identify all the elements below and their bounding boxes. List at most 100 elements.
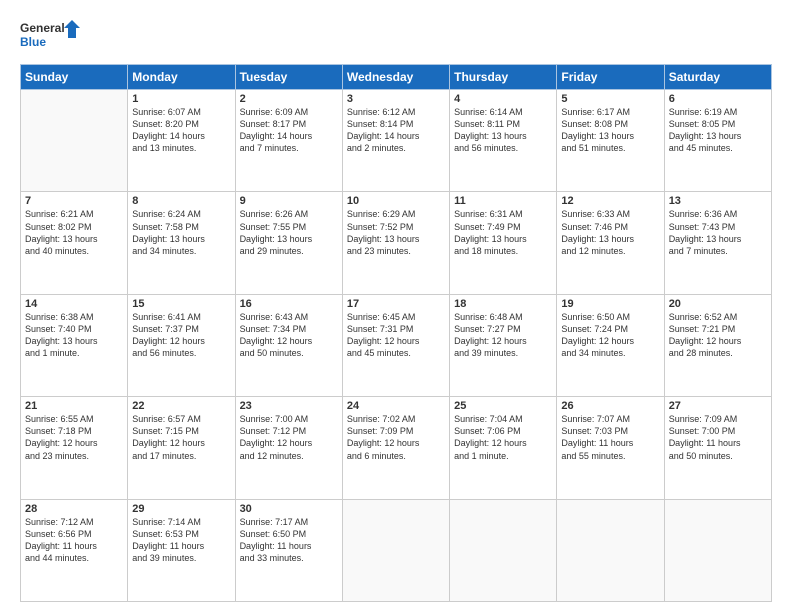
- logo-general: General: [20, 21, 65, 35]
- calendar-week-1: 1Sunrise: 6:07 AMSunset: 8:20 PMDaylight…: [21, 90, 772, 192]
- header: General Blue: [20, 18, 772, 54]
- day-info: Sunrise: 6:31 AMSunset: 7:49 PMDaylight:…: [454, 208, 552, 257]
- calendar-cell: 4Sunrise: 6:14 AMSunset: 8:11 PMDaylight…: [450, 90, 557, 192]
- calendar-cell: 19Sunrise: 6:50 AMSunset: 7:24 PMDayligh…: [557, 294, 664, 396]
- calendar-cell: 11Sunrise: 6:31 AMSunset: 7:49 PMDayligh…: [450, 192, 557, 294]
- calendar-cell: 30Sunrise: 7:17 AMSunset: 6:50 PMDayligh…: [235, 499, 342, 601]
- calendar-cell: 27Sunrise: 7:09 AMSunset: 7:00 PMDayligh…: [664, 397, 771, 499]
- day-info: Sunrise: 7:07 AMSunset: 7:03 PMDaylight:…: [561, 413, 659, 462]
- calendar-cell: 10Sunrise: 6:29 AMSunset: 7:52 PMDayligh…: [342, 192, 449, 294]
- day-number: 16: [240, 298, 338, 310]
- day-number: 21: [25, 400, 123, 412]
- calendar-header-saturday: Saturday: [664, 65, 771, 90]
- day-info: Sunrise: 7:17 AMSunset: 6:50 PMDaylight:…: [240, 516, 338, 565]
- day-info: Sunrise: 6:41 AMSunset: 7:37 PMDaylight:…: [132, 311, 230, 360]
- day-info: Sunrise: 6:17 AMSunset: 8:08 PMDaylight:…: [561, 106, 659, 155]
- day-number: 29: [132, 503, 230, 515]
- calendar-header-monday: Monday: [128, 65, 235, 90]
- calendar-cell: 21Sunrise: 6:55 AMSunset: 7:18 PMDayligh…: [21, 397, 128, 499]
- day-info: Sunrise: 6:43 AMSunset: 7:34 PMDaylight:…: [240, 311, 338, 360]
- calendar-cell: [450, 499, 557, 601]
- calendar-cell: 3Sunrise: 6:12 AMSunset: 8:14 PMDaylight…: [342, 90, 449, 192]
- day-number: 22: [132, 400, 230, 412]
- day-number: 23: [240, 400, 338, 412]
- day-info: Sunrise: 6:38 AMSunset: 7:40 PMDaylight:…: [25, 311, 123, 360]
- calendar-cell: [21, 90, 128, 192]
- day-info: Sunrise: 7:00 AMSunset: 7:12 PMDaylight:…: [240, 413, 338, 462]
- day-info: Sunrise: 7:02 AMSunset: 7:09 PMDaylight:…: [347, 413, 445, 462]
- day-number: 17: [347, 298, 445, 310]
- calendar-week-4: 21Sunrise: 6:55 AMSunset: 7:18 PMDayligh…: [21, 397, 772, 499]
- day-info: Sunrise: 6:09 AMSunset: 8:17 PMDaylight:…: [240, 106, 338, 155]
- day-number: 13: [669, 195, 767, 207]
- day-info: Sunrise: 7:04 AMSunset: 7:06 PMDaylight:…: [454, 413, 552, 462]
- calendar-cell: 5Sunrise: 6:17 AMSunset: 8:08 PMDaylight…: [557, 90, 664, 192]
- calendar-cell: 22Sunrise: 6:57 AMSunset: 7:15 PMDayligh…: [128, 397, 235, 499]
- calendar-cell: 1Sunrise: 6:07 AMSunset: 8:20 PMDaylight…: [128, 90, 235, 192]
- calendar-cell: 13Sunrise: 6:36 AMSunset: 7:43 PMDayligh…: [664, 192, 771, 294]
- day-info: Sunrise: 7:12 AMSunset: 6:56 PMDaylight:…: [25, 516, 123, 565]
- day-number: 15: [132, 298, 230, 310]
- day-info: Sunrise: 6:55 AMSunset: 7:18 PMDaylight:…: [25, 413, 123, 462]
- day-number: 19: [561, 298, 659, 310]
- day-number: 20: [669, 298, 767, 310]
- day-info: Sunrise: 6:52 AMSunset: 7:21 PMDaylight:…: [669, 311, 767, 360]
- calendar-week-2: 7Sunrise: 6:21 AMSunset: 8:02 PMDaylight…: [21, 192, 772, 294]
- day-number: 7: [25, 195, 123, 207]
- day-info: Sunrise: 6:14 AMSunset: 8:11 PMDaylight:…: [454, 106, 552, 155]
- logo-blue: Blue: [20, 35, 46, 49]
- day-info: Sunrise: 6:24 AMSunset: 7:58 PMDaylight:…: [132, 208, 230, 257]
- day-number: 10: [347, 195, 445, 207]
- day-info: Sunrise: 6:33 AMSunset: 7:46 PMDaylight:…: [561, 208, 659, 257]
- logo-triangle: [64, 20, 80, 38]
- day-number: 2: [240, 93, 338, 105]
- day-info: Sunrise: 6:48 AMSunset: 7:27 PMDaylight:…: [454, 311, 552, 360]
- day-info: Sunrise: 6:21 AMSunset: 8:02 PMDaylight:…: [25, 208, 123, 257]
- day-number: 30: [240, 503, 338, 515]
- day-number: 9: [240, 195, 338, 207]
- calendar-header-thursday: Thursday: [450, 65, 557, 90]
- calendar-cell: 15Sunrise: 6:41 AMSunset: 7:37 PMDayligh…: [128, 294, 235, 396]
- day-number: 24: [347, 400, 445, 412]
- calendar-cell: 26Sunrise: 7:07 AMSunset: 7:03 PMDayligh…: [557, 397, 664, 499]
- calendar-cell: 16Sunrise: 6:43 AMSunset: 7:34 PMDayligh…: [235, 294, 342, 396]
- day-number: 26: [561, 400, 659, 412]
- day-number: 11: [454, 195, 552, 207]
- calendar-cell: 18Sunrise: 6:48 AMSunset: 7:27 PMDayligh…: [450, 294, 557, 396]
- calendar-cell: 23Sunrise: 7:00 AMSunset: 7:12 PMDayligh…: [235, 397, 342, 499]
- calendar-cell: 2Sunrise: 6:09 AMSunset: 8:17 PMDaylight…: [235, 90, 342, 192]
- day-info: Sunrise: 6:29 AMSunset: 7:52 PMDaylight:…: [347, 208, 445, 257]
- day-info: Sunrise: 6:19 AMSunset: 8:05 PMDaylight:…: [669, 106, 767, 155]
- calendar-cell: 28Sunrise: 7:12 AMSunset: 6:56 PMDayligh…: [21, 499, 128, 601]
- calendar-cell: 17Sunrise: 6:45 AMSunset: 7:31 PMDayligh…: [342, 294, 449, 396]
- logo: General Blue: [20, 18, 80, 54]
- day-number: 4: [454, 93, 552, 105]
- calendar-cell: 9Sunrise: 6:26 AMSunset: 7:55 PMDaylight…: [235, 192, 342, 294]
- calendar-week-3: 14Sunrise: 6:38 AMSunset: 7:40 PMDayligh…: [21, 294, 772, 396]
- day-number: 8: [132, 195, 230, 207]
- calendar-cell: 12Sunrise: 6:33 AMSunset: 7:46 PMDayligh…: [557, 192, 664, 294]
- day-info: Sunrise: 6:50 AMSunset: 7:24 PMDaylight:…: [561, 311, 659, 360]
- calendar-cell: 8Sunrise: 6:24 AMSunset: 7:58 PMDaylight…: [128, 192, 235, 294]
- calendar-header-row: SundayMondayTuesdayWednesdayThursdayFrid…: [21, 65, 772, 90]
- day-number: 27: [669, 400, 767, 412]
- day-info: Sunrise: 6:12 AMSunset: 8:14 PMDaylight:…: [347, 106, 445, 155]
- day-info: Sunrise: 7:14 AMSunset: 6:53 PMDaylight:…: [132, 516, 230, 565]
- day-number: 14: [25, 298, 123, 310]
- calendar-header-wednesday: Wednesday: [342, 65, 449, 90]
- calendar-cell: 29Sunrise: 7:14 AMSunset: 6:53 PMDayligh…: [128, 499, 235, 601]
- day-info: Sunrise: 6:26 AMSunset: 7:55 PMDaylight:…: [240, 208, 338, 257]
- day-number: 28: [25, 503, 123, 515]
- logo-svg: General Blue: [20, 18, 80, 54]
- day-info: Sunrise: 6:07 AMSunset: 8:20 PMDaylight:…: [132, 106, 230, 155]
- day-info: Sunrise: 6:36 AMSunset: 7:43 PMDaylight:…: [669, 208, 767, 257]
- calendar-cell: 20Sunrise: 6:52 AMSunset: 7:21 PMDayligh…: [664, 294, 771, 396]
- calendar-cell: 7Sunrise: 6:21 AMSunset: 8:02 PMDaylight…: [21, 192, 128, 294]
- day-info: Sunrise: 7:09 AMSunset: 7:00 PMDaylight:…: [669, 413, 767, 462]
- calendar-header-sunday: Sunday: [21, 65, 128, 90]
- calendar-cell: 24Sunrise: 7:02 AMSunset: 7:09 PMDayligh…: [342, 397, 449, 499]
- day-number: 1: [132, 93, 230, 105]
- calendar-cell: 14Sunrise: 6:38 AMSunset: 7:40 PMDayligh…: [21, 294, 128, 396]
- calendar-cell: 6Sunrise: 6:19 AMSunset: 8:05 PMDaylight…: [664, 90, 771, 192]
- day-number: 25: [454, 400, 552, 412]
